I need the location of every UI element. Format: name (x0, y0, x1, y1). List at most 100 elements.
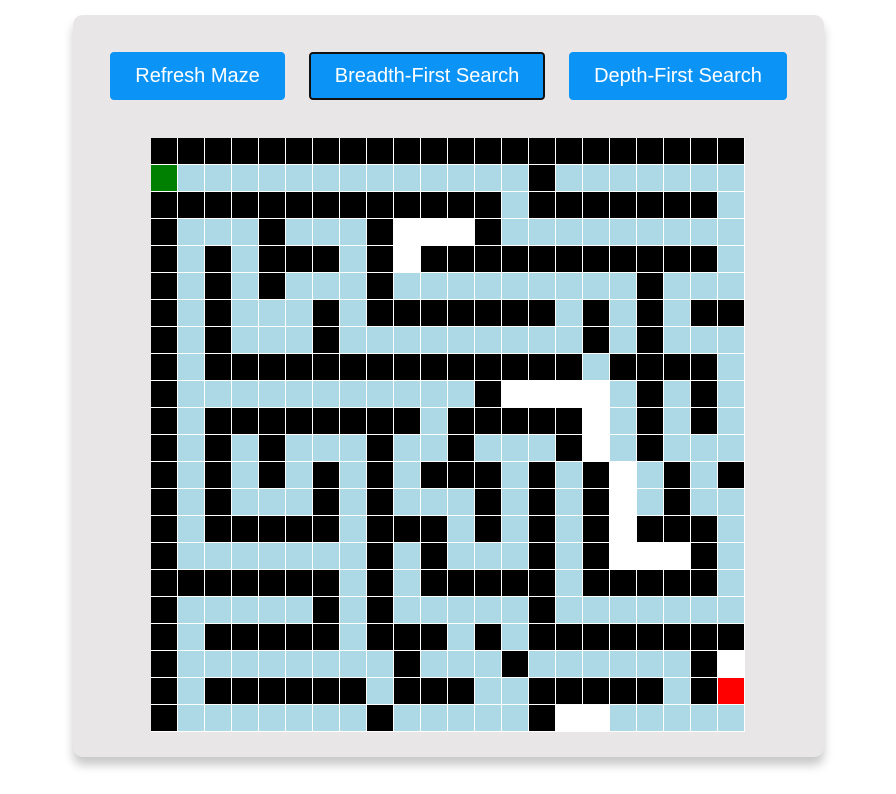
maze-wall-cell (502, 138, 529, 165)
maze-visited-cell (232, 543, 259, 570)
maze-visited-cell (610, 408, 637, 435)
maze-visited-cell (205, 651, 232, 678)
maze-visited-cell (178, 327, 205, 354)
maze-wall-cell (448, 570, 475, 597)
maze-wall-cell (367, 435, 394, 462)
maze-wall-cell (178, 138, 205, 165)
maze-wall-cell (151, 597, 178, 624)
maze-wall-cell (664, 624, 691, 651)
maze-visited-cell (556, 165, 583, 192)
maze-wall-cell (313, 138, 340, 165)
maze-visited-cell (556, 462, 583, 489)
maze-open-cell (583, 408, 610, 435)
maze-wall-cell (583, 138, 610, 165)
maze-wall-cell (691, 354, 718, 381)
maze-wall-cell (475, 489, 502, 516)
maze-visited-cell (232, 165, 259, 192)
maze-wall-cell (367, 489, 394, 516)
maze-visited-cell (313, 651, 340, 678)
maze-visited-cell (178, 651, 205, 678)
maze-wall-cell (529, 138, 556, 165)
maze-wall-cell (583, 624, 610, 651)
maze-visited-cell (556, 219, 583, 246)
maze-visited-cell (610, 705, 637, 732)
maze-visited-cell (502, 516, 529, 543)
maze-visited-cell (313, 219, 340, 246)
maze-visited-cell (367, 381, 394, 408)
maze-wall-cell (583, 489, 610, 516)
maze-visited-cell (502, 192, 529, 219)
maze-wall-cell (475, 138, 502, 165)
maze-wall-cell (151, 489, 178, 516)
maze-wall-cell (529, 543, 556, 570)
maze-wall-cell (691, 300, 718, 327)
maze-wall-cell (367, 705, 394, 732)
maze-visited-cell (691, 273, 718, 300)
maze-visited-cell (664, 219, 691, 246)
maze-visited-cell (340, 165, 367, 192)
maze-wall-cell (475, 246, 502, 273)
maze-wall-cell (529, 570, 556, 597)
maze-wall-cell (637, 570, 664, 597)
maze-visited-cell (448, 624, 475, 651)
maze-visited-cell (259, 327, 286, 354)
maze-wall-cell (421, 138, 448, 165)
maze-wall-cell (151, 273, 178, 300)
maze-visited-cell (610, 651, 637, 678)
maze-wall-cell (259, 435, 286, 462)
maze-visited-cell (718, 381, 745, 408)
maze-wall-cell (367, 408, 394, 435)
maze-visited-cell (718, 408, 745, 435)
maze-wall-cell (367, 273, 394, 300)
depth-first-search-button[interactable]: Depth-First Search (569, 52, 787, 100)
maze-visited-cell (367, 327, 394, 354)
maze-wall-cell (475, 354, 502, 381)
maze-wall-cell (205, 273, 232, 300)
maze-wall-cell (232, 408, 259, 435)
maze-wall-cell (664, 246, 691, 273)
maze-visited-cell (340, 651, 367, 678)
maze-wall-cell (232, 624, 259, 651)
maze-visited-cell (691, 165, 718, 192)
maze-open-cell (394, 219, 421, 246)
maze-wall-cell (286, 570, 313, 597)
maze-visited-cell (340, 246, 367, 273)
maze-visited-cell (313, 165, 340, 192)
maze-visited-cell (664, 651, 691, 678)
maze-wall-cell (637, 408, 664, 435)
maze-wall-cell (286, 138, 313, 165)
maze-wall-cell (610, 246, 637, 273)
maze-open-cell (556, 381, 583, 408)
maze-visited-cell (367, 165, 394, 192)
breadth-first-search-button[interactable]: Breadth-First Search (309, 52, 545, 100)
maze-visited-cell (637, 651, 664, 678)
maze-wall-cell (205, 516, 232, 543)
maze-wall-cell (205, 435, 232, 462)
maze-wall-cell (151, 354, 178, 381)
maze-wall-cell (313, 462, 340, 489)
maze-visited-cell (610, 327, 637, 354)
maze-wall-cell (232, 516, 259, 543)
maze-wall-cell (232, 354, 259, 381)
maze-wall-cell (205, 624, 232, 651)
maze-wall-cell (394, 624, 421, 651)
maze-visited-cell (556, 300, 583, 327)
maze-visited-cell (421, 489, 448, 516)
refresh-maze-button[interactable]: Refresh Maze (110, 52, 285, 100)
maze-visited-cell (691, 435, 718, 462)
maze-visited-cell (610, 165, 637, 192)
maze-wall-cell (205, 408, 232, 435)
maze-wall-cell (151, 381, 178, 408)
maze-wall-cell (691, 570, 718, 597)
maze-wall-cell (394, 300, 421, 327)
maze-wall-cell (556, 354, 583, 381)
maze-visited-cell (421, 705, 448, 732)
maze-wall-cell (637, 516, 664, 543)
maze-wall-cell (691, 138, 718, 165)
maze-wall-cell (664, 489, 691, 516)
maze-wall-cell (151, 192, 178, 219)
maze-wall-cell (232, 678, 259, 705)
maze-wall-cell (259, 354, 286, 381)
maze-visited-cell (718, 570, 745, 597)
maze-visited-cell (421, 651, 448, 678)
